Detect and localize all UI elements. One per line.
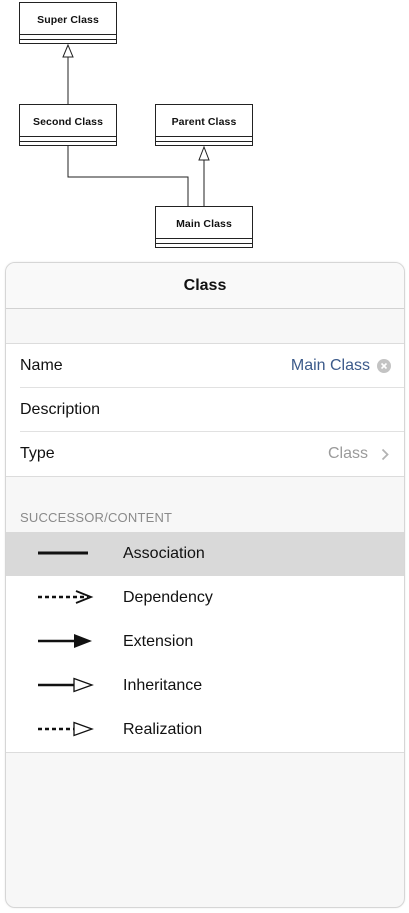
connector-label: Dependency [123,589,213,606]
extension-arrow-icon [38,634,92,648]
description-row[interactable]: Description [6,388,404,432]
list-end-divider [6,752,404,753]
class-inspector-panel: Class Name Main Class Description Type C… [5,262,405,908]
realization-arrow-icon [38,721,94,737]
connector-option-realization[interactable]: Realization [6,708,404,752]
parent-class-box[interactable]: Parent Class [155,104,253,146]
connector-label: Realization [123,721,203,738]
group-spacer [6,309,404,344]
name-row[interactable]: Name Main Class [6,344,404,388]
name-label: Name [20,357,63,374]
connector-label: Extension [123,633,194,650]
association-line-icon [38,551,88,555]
type-label: Type [20,445,55,462]
section-header: SUCCESSOR/CONTENT [6,476,404,532]
name-field[interactable]: Main Class [291,344,370,388]
parent-class-title: Parent Class [171,116,237,128]
super-class-box[interactable]: Super Class [19,2,117,44]
connector-option-extension[interactable]: Extension [6,620,404,664]
second-class-title: Second Class [32,116,104,128]
dependency-arrow-icon [38,590,94,604]
section-header-label: SUCCESSOR/CONTENT [20,510,173,525]
connector-label: Inheritance [123,677,203,694]
main-class-box[interactable]: Main Class [155,206,253,248]
connector-option-association[interactable]: Association [6,532,404,576]
type-value: Class [327,445,368,462]
inheritance-arrow-icon [38,677,94,693]
main-class-title: Main Class [176,218,232,230]
connector-label: Association [123,545,205,562]
type-row[interactable]: Type Class [6,432,404,476]
chevron-right-icon [381,448,389,466]
second-class-box[interactable]: Second Class [19,104,117,146]
connector-option-inheritance[interactable]: Inheritance [6,664,404,708]
super-class-title: Super Class [37,14,99,26]
panel-title: Class [6,263,404,309]
connector-option-dependency[interactable]: Dependency [6,576,404,620]
description-label: Description [20,401,101,418]
clear-icon[interactable] [377,359,391,373]
diagram-canvas[interactable]: Super Class Second Class Parent Class Ma… [0,0,409,262]
